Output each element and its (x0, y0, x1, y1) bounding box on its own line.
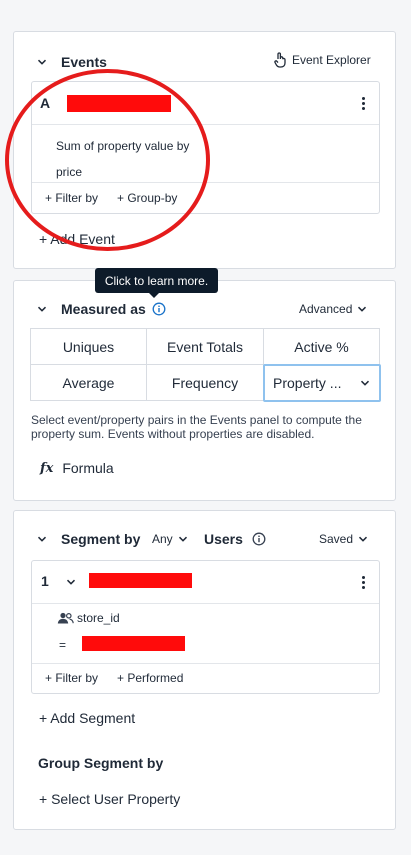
event-description: Sum of property value by price (56, 133, 189, 185)
event-filter-by-button[interactable]: + Filter by (45, 191, 98, 205)
redacted-segment-value (82, 636, 185, 651)
chevron-down-icon (37, 306, 47, 312)
segment-title: Segment by (61, 531, 141, 547)
saved-dropdown[interactable]: Saved (319, 532, 369, 546)
info-icon[interactable] (152, 302, 166, 316)
event-more-menu-icon[interactable] (362, 97, 366, 112)
redacted-segment-name (89, 573, 192, 588)
any-dropdown[interactable]: Any (152, 532, 189, 546)
add-event-button[interactable]: + Add Event (39, 231, 115, 247)
segment-filter-by-button[interactable]: + Filter by (45, 671, 98, 685)
option-property-label: Property ... (273, 375, 342, 391)
segment-card: 1 store_id = + Filter by + Performed (31, 560, 380, 694)
group-segment-title: Group Segment by (38, 755, 164, 771)
segment-property-label: store_id (77, 611, 120, 625)
event-explorer-button[interactable]: Event Explorer (273, 52, 371, 68)
option-active-percent[interactable]: Active % (263, 328, 380, 365)
segment-number-badge: 1 (41, 573, 49, 589)
info-icon[interactable] (252, 532, 266, 546)
formula-icon: fx (40, 460, 54, 476)
measured-panel: Measured as Advanced Uniques Event Total… (13, 280, 396, 501)
measured-title: Measured as (61, 301, 146, 317)
events-panel: Events Event Explorer A Sum of property … (13, 31, 396, 269)
formula-label: Formula (62, 460, 114, 476)
users-label: Users (204, 531, 243, 547)
option-uniques[interactable]: Uniques (30, 328, 147, 365)
users-group-icon (57, 612, 74, 624)
segment-operator: = (59, 638, 67, 652)
chevron-down-icon (358, 306, 367, 312)
chevron-down-icon (178, 536, 187, 542)
option-property-dropdown[interactable]: Property ... (263, 364, 381, 402)
segment-collapse-toggle[interactable]: Segment by (36, 531, 140, 547)
segment-performed-button[interactable]: + Performed (117, 671, 183, 685)
measure-options-grid: Uniques Event Totals Active % Average Fr… (30, 328, 381, 402)
users-selector[interactable]: Users (204, 531, 266, 547)
events-collapse-toggle[interactable]: Events (36, 54, 107, 70)
option-event-totals[interactable]: Event Totals (146, 328, 264, 365)
advanced-label: Advanced (299, 302, 353, 316)
chevron-down-icon (360, 380, 370, 386)
event-description-line1: Sum of property value by (56, 139, 190, 153)
segment-more-menu-icon[interactable] (362, 576, 366, 591)
measured-description: Select event/property pairs in the Event… (31, 413, 362, 441)
segment-panel: Segment by Any Users Saved 1 store_id = … (13, 510, 396, 830)
formula-button[interactable]: fx Formula (40, 460, 114, 476)
chevron-down-icon (37, 536, 47, 542)
chevron-down-icon[interactable] (65, 576, 77, 588)
event-card: A Sum of property value by price + Filte… (31, 81, 380, 214)
measured-collapse-toggle[interactable]: Measured as (36, 301, 166, 317)
event-group-by-button[interactable]: + Group-by (117, 191, 177, 205)
event-letter-badge: A (40, 95, 51, 111)
saved-label: Saved (319, 532, 354, 546)
learn-more-tooltip: Click to learn more. (95, 268, 218, 298)
redacted-event-name (67, 95, 171, 112)
chevron-down-icon (359, 536, 368, 542)
option-frequency[interactable]: Frequency (146, 364, 264, 401)
option-average[interactable]: Average (30, 364, 147, 401)
any-label: Any (152, 532, 173, 546)
pointer-hand-icon (274, 52, 286, 68)
add-segment-button[interactable]: + Add Segment (39, 710, 135, 726)
select-user-property-button[interactable]: + Select User Property (39, 791, 180, 807)
advanced-dropdown[interactable]: Advanced (299, 302, 368, 316)
events-title: Events (61, 54, 107, 70)
chevron-down-icon (37, 59, 47, 65)
event-explorer-label: Event Explorer (292, 53, 371, 67)
